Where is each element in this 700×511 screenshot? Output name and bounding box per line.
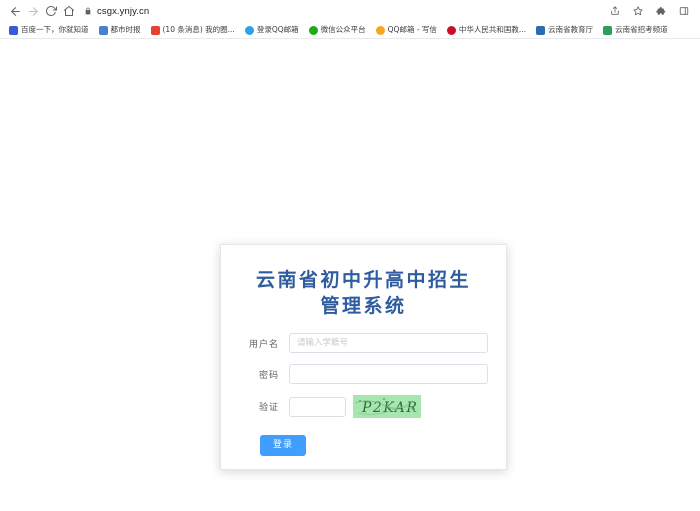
bookmark-item[interactable]: 百度一下，你就知道 <box>4 23 94 37</box>
favicon-icon <box>375 25 385 35</box>
bookmark-item[interactable]: 云南省教育厅 <box>531 23 598 37</box>
title-line-1: 云南省初中升高中招生 <box>255 269 471 291</box>
username-input[interactable] <box>289 333 488 353</box>
address-bar[interactable]: csgx.ynjy.cn <box>84 3 608 20</box>
password-input[interactable] <box>289 364 488 384</box>
bookmark-item[interactable]: 登录QQ邮箱 <box>240 23 304 37</box>
bookmark-label: 云南省教育厅 <box>548 25 594 35</box>
submit-row: 登录 <box>231 429 488 456</box>
bookmark-item[interactable]: 中华人民共和国教... <box>442 23 531 37</box>
login-card: 云南省初中升高中招生 管理系统 用户名 密码 验证 P2KAR <box>220 244 507 470</box>
bookmark-label: 云南省招考频道 <box>615 25 668 35</box>
favicon-icon <box>150 25 160 35</box>
username-row: 用户名 <box>231 333 488 353</box>
captcha-row: 验证 P2KAR <box>231 395 488 418</box>
page-title: 云南省初中升高中招生 管理系统 <box>221 245 506 319</box>
username-label: 用户名 <box>248 339 279 350</box>
back-button[interactable] <box>6 2 24 20</box>
favicon-icon <box>603 25 613 35</box>
password-label: 密码 <box>258 370 279 381</box>
page-viewport: 云南省初中升高中招生 管理系统 用户名 密码 验证 P2KAR <box>0 39 700 511</box>
favicon-icon <box>244 25 254 35</box>
bookmark-label: (10 条消息) 我的圈... <box>162 25 235 35</box>
bookmark-label: 都市时报 <box>110 25 141 35</box>
home-button[interactable] <box>60 2 78 20</box>
extensions-puzzle-icon[interactable] <box>654 4 668 18</box>
bookmark-label: 微信公众平台 <box>320 25 366 35</box>
bookmark-item[interactable]: 微信公众平台 <box>304 23 371 37</box>
browser-toolbar: csgx.ynjy.cn <box>0 0 700 22</box>
bookmark-label: 中华人民共和国教... <box>458 25 527 35</box>
bookmark-item[interactable]: 都市时报 <box>94 23 146 37</box>
favicon-icon <box>536 25 546 35</box>
bookmark-label: 登录QQ邮箱 <box>256 25 299 35</box>
captcha-input[interactable] <box>289 396 346 417</box>
favicon-icon <box>308 25 318 35</box>
bookmarks-bar: 百度一下，你就知道 都市时报 (10 条消息) 我的圈... 登录QQ邮箱 微信… <box>0 22 700 38</box>
bookmark-item[interactable]: QQ邮箱 - 写信 <box>371 23 442 37</box>
captcha-label: 验证 <box>258 403 279 413</box>
favicon-icon <box>9 25 18 35</box>
favicon-icon <box>98 25 108 35</box>
forward-button[interactable] <box>24 2 42 20</box>
share-icon[interactable] <box>608 4 622 18</box>
login-button[interactable]: 登录 <box>260 435 307 456</box>
reload-button[interactable] <box>42 2 60 20</box>
url-text: csgx.ynjy.cn <box>97 5 150 17</box>
captcha-image[interactable]: P2KAR <box>353 395 421 418</box>
toolbar-right-actions <box>608 4 694 18</box>
bookmark-item[interactable]: 云南省招考频道 <box>598 23 673 37</box>
bookmark-item[interactable]: (10 条消息) 我的圈... <box>146 23 240 37</box>
lock-icon <box>84 7 92 15</box>
bookmark-star-icon[interactable] <box>631 4 645 18</box>
password-row: 密码 <box>231 364 488 384</box>
bookmark-label: QQ邮箱 - 写信 <box>387 25 437 35</box>
favicon-icon <box>446 25 456 35</box>
sidebar-panel-icon[interactable] <box>677 4 691 18</box>
login-form: 用户名 密码 验证 P2KAR <box>221 319 506 456</box>
bookmark-label: 百度一下，你就知道 <box>21 25 89 35</box>
title-line-2: 管理系统 <box>320 295 407 317</box>
